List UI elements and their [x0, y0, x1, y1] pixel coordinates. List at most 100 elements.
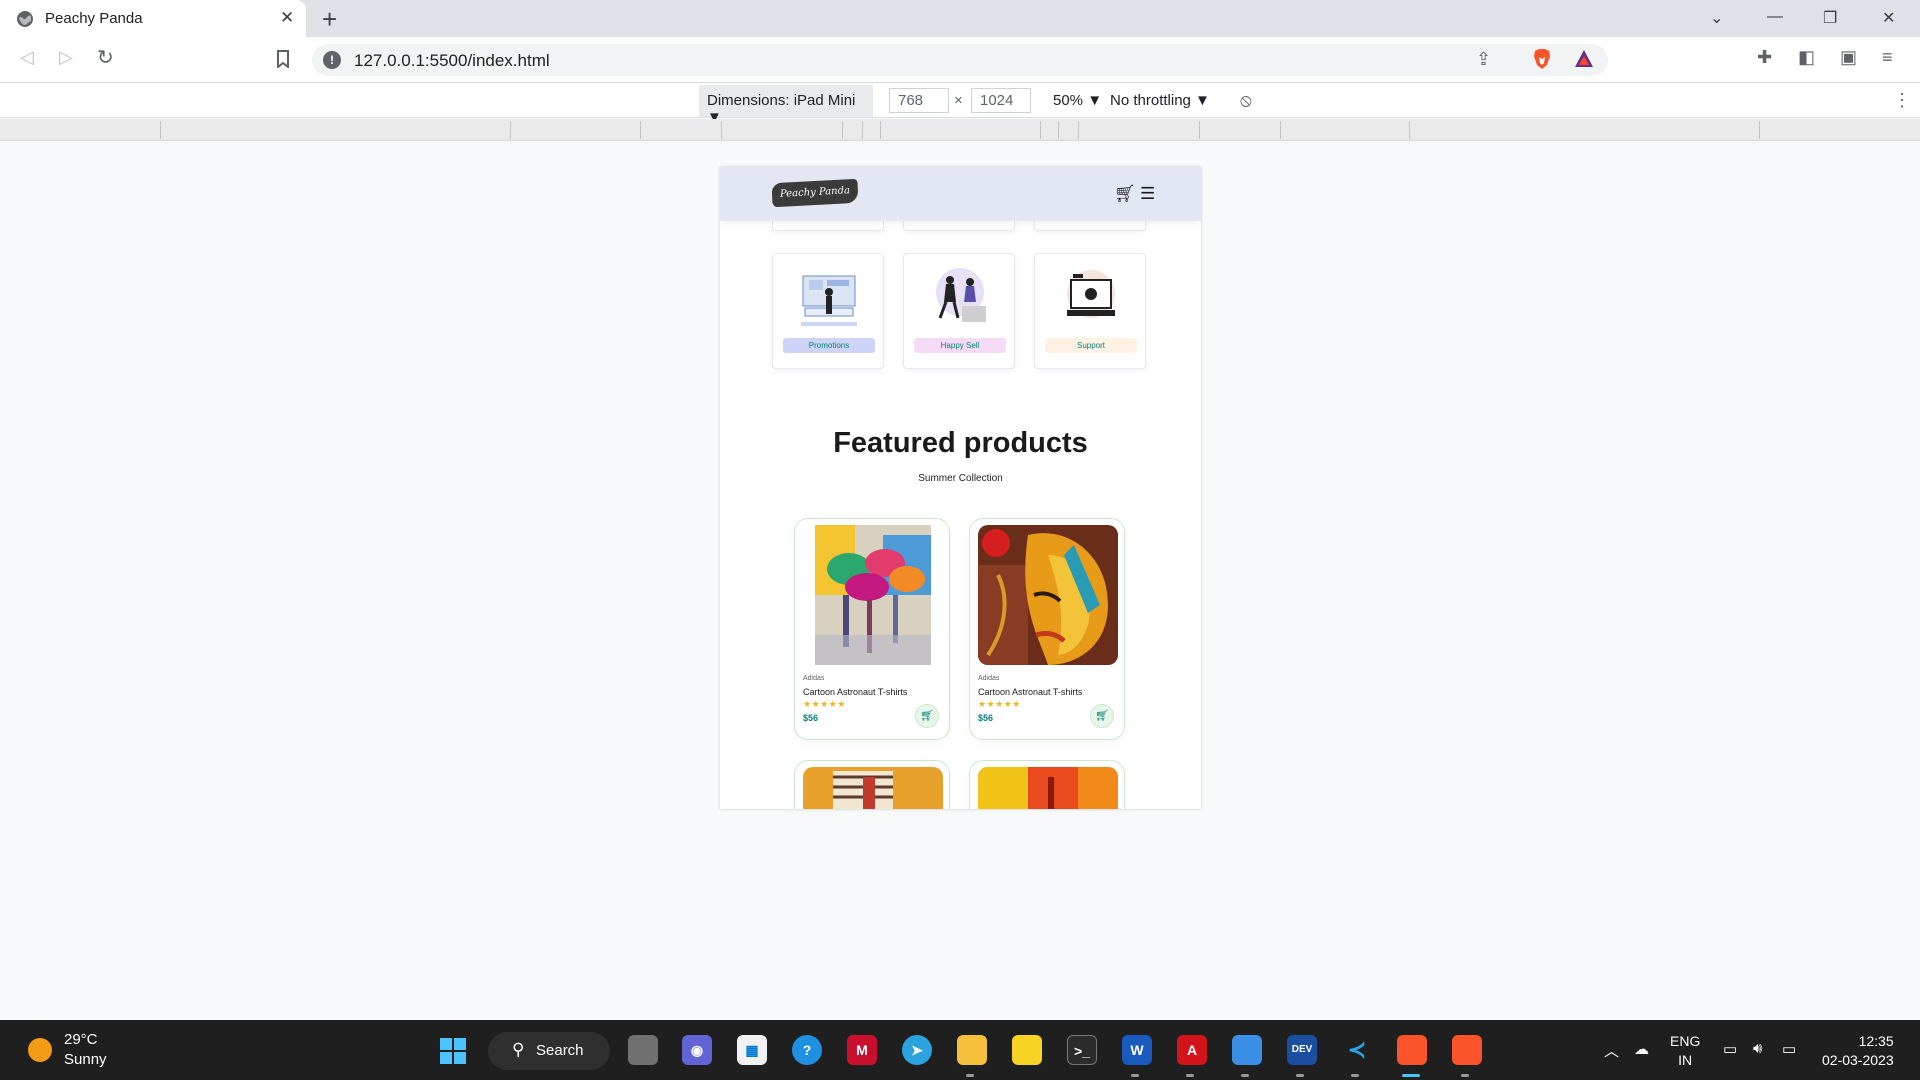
- ruler-mark[interactable]: [510, 121, 511, 139]
- volume-icon[interactable]: 🔊︎: [1753, 1040, 1762, 1057]
- bookmark-icon[interactable]: [276, 50, 290, 68]
- acrobat-icon[interactable]: A: [1177, 1035, 1207, 1065]
- featured-products-heading: Featured products: [833, 427, 1088, 459]
- product-card[interactable]: Adidas Cartoon Astronaut T-shirts ★★★★★ …: [969, 518, 1125, 740]
- product-name[interactable]: Cartoon Astronaut T-shirts: [803, 687, 907, 697]
- file-explorer-icon[interactable]: [957, 1035, 987, 1065]
- ruler-mark[interactable]: [1040, 121, 1041, 139]
- feature-label: Happy Sell: [914, 338, 1006, 353]
- onedrive-icon[interactable]: ☁: [1634, 1040, 1649, 1058]
- wallet-icon[interactable]: ▣: [1840, 47, 1857, 68]
- language-code: ENG: [1670, 1033, 1701, 1049]
- address-bar[interactable]: ! 127.0.0.1:5500/index.html ⇪: [312, 44, 1608, 76]
- forward-icon[interactable]: ▷: [59, 47, 73, 68]
- back-icon[interactable]: ◁: [20, 47, 34, 68]
- brave-browser-icon[interactable]: [1452, 1035, 1482, 1065]
- throttling-select[interactable]: No throttling ▼: [1110, 92, 1210, 109]
- site-logo[interactable]: Peachy Panda: [771, 178, 859, 208]
- ruler-mark[interactable]: [1199, 121, 1200, 139]
- product-rating-stars: ★★★★★: [978, 699, 1021, 709]
- close-window-icon[interactable]: ✕: [1882, 8, 1895, 28]
- product-name[interactable]: Cartoon Astronaut T-shirts: [978, 687, 1082, 697]
- add-to-cart-icon[interactable]: 🛒︎: [1090, 704, 1114, 728]
- taskbar-search[interactable]: ⚲ Search: [488, 1032, 610, 1070]
- ruler-mark[interactable]: [721, 121, 722, 139]
- product-card[interactable]: Adidas Cartoon Astronaut T-shirts ★★★★★ …: [794, 518, 950, 740]
- ruler-mark[interactable]: [880, 121, 881, 139]
- product-image[interactable]: [803, 767, 943, 809]
- start-icon[interactable]: [440, 1038, 466, 1064]
- store-icon[interactable]: ▦: [737, 1035, 767, 1065]
- zoom-select[interactable]: 50% ▼: [1053, 92, 1102, 109]
- product-price: $56: [803, 713, 819, 723]
- chat-icon[interactable]: ◉: [682, 1035, 712, 1065]
- ruler-mark[interactable]: [1409, 121, 1410, 139]
- add-to-cart-icon[interactable]: 🛒︎: [915, 704, 939, 728]
- media-query-ruler: [0, 119, 1920, 141]
- vscode-icon[interactable]: ≺: [1342, 1035, 1372, 1065]
- umbrella-painting: [803, 525, 943, 665]
- product-card-partial[interactable]: [794, 760, 950, 809]
- ruler-mark[interactable]: [160, 121, 161, 139]
- ruler-mark[interactable]: [1759, 121, 1760, 139]
- running-indicator: [1131, 1074, 1139, 1077]
- weather-temperature[interactable]: 29°C: [64, 1031, 98, 1048]
- product-image[interactable]: [978, 767, 1118, 809]
- feature-box-support: Support: [1034, 253, 1146, 369]
- chevron-up-icon[interactable]: ︿: [1604, 1040, 1619, 1061]
- browser-tab[interactable]: Peachy Panda ✕: [0, 0, 306, 37]
- ruler-mark[interactable]: [640, 121, 641, 139]
- terminal-icon[interactable]: >_: [1067, 1035, 1097, 1065]
- more-options-icon[interactable]: ⋮: [1893, 90, 1911, 111]
- product-brand: Adidas: [803, 675, 825, 682]
- shopping-cart-icon[interactable]: 🛒︎: [1114, 184, 1136, 204]
- share-icon[interactable]: ⇪: [1476, 49, 1491, 70]
- weather-condition[interactable]: Sunny: [64, 1051, 107, 1068]
- word-icon[interactable]: W: [1122, 1035, 1152, 1065]
- site-info-icon[interactable]: !: [323, 51, 341, 69]
- ruler-mark[interactable]: [1078, 121, 1079, 139]
- url-text[interactable]: 127.0.0.1:5500/index.html: [354, 51, 550, 71]
- active-indicator: [1402, 1074, 1420, 1077]
- help-icon[interactable]: ?: [792, 1035, 822, 1065]
- tab-search-chevron-icon[interactable]: ⌄: [1710, 8, 1723, 28]
- reload-icon[interactable]: ↻: [97, 45, 114, 70]
- device-select[interactable]: Dimensions: iPad Mini ▼: [699, 85, 873, 126]
- ruler-mark[interactable]: [1058, 121, 1059, 139]
- sidebar-icon[interactable]: ◧: [1798, 47, 1815, 68]
- windows-taskbar: 29°C Sunny ⚲ Search ◉ ▦ ? M ➤ >_ W A DEV…: [0, 1020, 1920, 1080]
- task-view-icon[interactable]: [628, 1035, 658, 1065]
- battery-icon[interactable]: ▭: [1782, 1040, 1796, 1058]
- width-input[interactable]: 768: [889, 88, 949, 113]
- brave-browser-icon[interactable]: [1397, 1035, 1427, 1065]
- sticky-notes-icon[interactable]: [1012, 1035, 1042, 1065]
- new-tab-icon[interactable]: +: [322, 4, 337, 35]
- telegram-icon[interactable]: ➤: [902, 1035, 932, 1065]
- product-image[interactable]: [978, 525, 1118, 665]
- language-indicator[interactable]: ENG IN: [1670, 1032, 1700, 1070]
- ruler-mark[interactable]: [1280, 121, 1281, 139]
- menu-icon[interactable]: ≡: [1882, 47, 1893, 68]
- ruler-mark[interactable]: [862, 121, 863, 139]
- hamburger-menu-icon[interactable]: ☰: [1140, 184, 1155, 204]
- minimize-icon[interactable]: —: [1767, 8, 1783, 26]
- system-clock[interactable]: 12:35 02-03-2023: [1822, 1032, 1894, 1070]
- feature-label: Support: [1045, 338, 1137, 353]
- close-tab-icon[interactable]: ✕: [280, 8, 294, 28]
- network-icon[interactable]: ▭: [1723, 1040, 1737, 1058]
- dev-icon[interactable]: DEV: [1287, 1035, 1317, 1065]
- product-image[interactable]: [803, 525, 943, 665]
- brave-rewards-icon[interactable]: [1574, 48, 1594, 70]
- extensions-icon[interactable]: ✚: [1757, 47, 1772, 68]
- device-toolbar: Dimensions: iPad Mini ▼ 768 × 1024 50% ▼…: [0, 84, 1920, 126]
- rotate-icon[interactable]: ⦸: [1240, 90, 1252, 111]
- height-input[interactable]: 1024: [971, 88, 1031, 113]
- ruler-mark[interactable]: [842, 121, 843, 139]
- photos-icon[interactable]: [1232, 1035, 1262, 1065]
- restore-icon[interactable]: ❐: [1823, 8, 1837, 28]
- promotions-illustration: [801, 275, 857, 326]
- product-card-partial[interactable]: [969, 760, 1125, 809]
- sun-icon[interactable]: [28, 1038, 52, 1062]
- brave-shields-icon[interactable]: [1532, 48, 1552, 70]
- mcafee-icon[interactable]: M: [847, 1035, 877, 1065]
